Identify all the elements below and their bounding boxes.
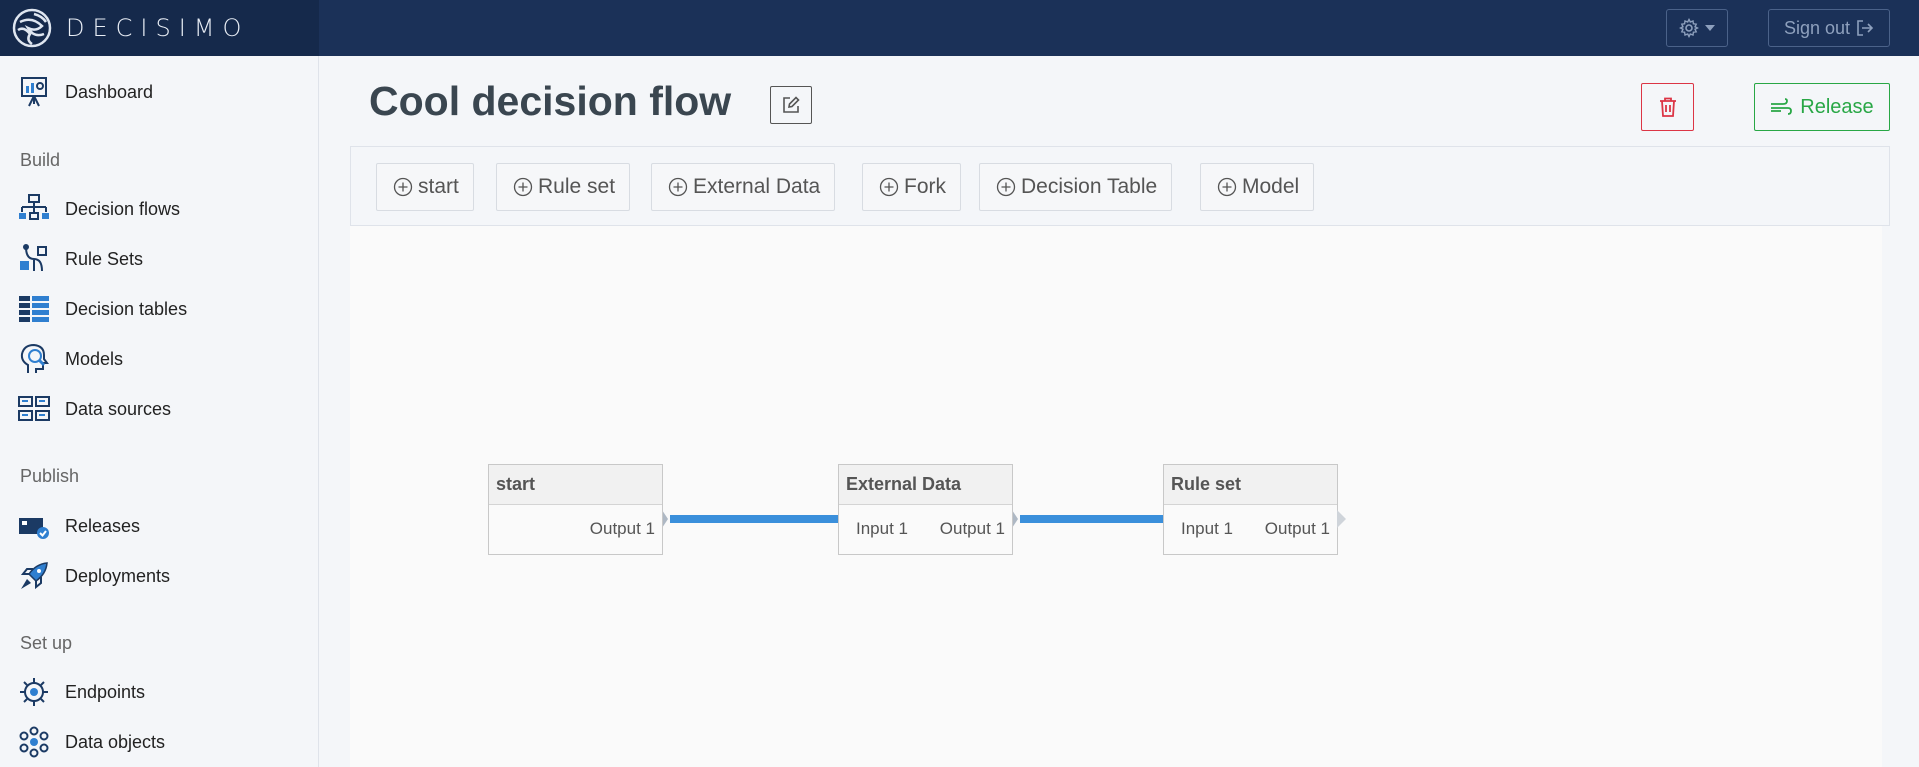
- flow-connector[interactable]: [662, 510, 852, 528]
- output-port-label: Output 1: [1264, 519, 1330, 538]
- sign-out-button[interactable]: Sign out: [1768, 9, 1890, 47]
- plus-circle-icon: [996, 177, 1016, 197]
- node-body: Input 1 Output 1: [839, 505, 1012, 555]
- tool-button-label: Fork: [904, 175, 946, 198]
- node-title: start: [489, 465, 662, 505]
- trash-icon: [1659, 97, 1676, 117]
- output-port-label: Output 1: [939, 519, 1005, 538]
- sidebar-item-label: Decision flows: [65, 198, 181, 219]
- sidebar-item-deployments[interactable]: Deployments: [18, 559, 170, 593]
- sidebar-item-decision-flows[interactable]: Decision flows: [18, 192, 180, 226]
- top-bar: DECISIMO Sign out: [0, 0, 1919, 56]
- flow-node-rule-set[interactable]: Rule set Input 1 Output 1: [1163, 464, 1338, 555]
- plus-circle-icon: [513, 177, 533, 197]
- flow-connector[interactable]: [1012, 510, 1180, 528]
- tool-button-label: Model: [1242, 175, 1300, 198]
- release-wind-icon: [1771, 98, 1793, 115]
- sidebar-item-endpoints[interactable]: Endpoints: [18, 675, 145, 709]
- sidebar-item-data-sources[interactable]: Data sources: [18, 392, 171, 426]
- flow-node-external-data[interactable]: External Data Input 1 Output 1: [838, 464, 1013, 555]
- sidebar-item-decision-tables[interactable]: Decision tables: [18, 292, 187, 326]
- tool-button-label: Decision Table: [1021, 175, 1158, 198]
- node-toolbar: start Rule set External Data Fork Decisi…: [350, 146, 1890, 226]
- release-button[interactable]: Release: [1754, 83, 1890, 131]
- output-port-label: Output 1: [589, 519, 655, 538]
- sidebar-item-label: Releases: [65, 515, 141, 536]
- input-port-label: Input 1: [856, 519, 908, 538]
- release-label: Release: [1800, 95, 1874, 118]
- input-port-label: Input 1: [1181, 519, 1233, 538]
- sidebar-item-label: Data objects: [65, 731, 166, 752]
- flow-canvas[interactable]: start Output 1 External Data Input 1 Out…: [350, 226, 1882, 767]
- sidebar-item-models[interactable]: Models: [18, 342, 123, 376]
- datasource-icon: [18, 393, 50, 425]
- sidebar-item-rule-sets[interactable]: Rule Sets: [18, 242, 143, 276]
- sidebar-item-dashboard[interactable]: Dashboard: [18, 75, 153, 109]
- settings-dropdown-button[interactable]: [1666, 9, 1728, 47]
- logo-icon: [12, 8, 52, 48]
- model-icon: [18, 343, 50, 375]
- edit-title-button[interactable]: [770, 86, 812, 124]
- flow-node-start[interactable]: start Output 1: [488, 464, 663, 555]
- section-title-set-up: Set up: [20, 633, 73, 653]
- dashboard-icon: [18, 76, 50, 108]
- add-rule-set-button[interactable]: Rule set: [496, 163, 631, 211]
- output-port-handle[interactable]: [1337, 510, 1349, 528]
- sidebar: Dashboard Build Decision flows Rule Sets…: [0, 56, 319, 767]
- data-objects-icon: [18, 726, 50, 758]
- page-title: Cool decision flow: [369, 78, 732, 124]
- sidebar-item-label: Deployments: [65, 565, 171, 586]
- sidebar-item-releases[interactable]: Releases: [18, 509, 140, 543]
- add-external-data-button[interactable]: External Data: [651, 163, 836, 211]
- sidebar-item-data-objects[interactable]: Data objects: [18, 725, 165, 759]
- node-title: External Data: [839, 465, 1012, 505]
- plus-circle-icon: [879, 177, 899, 197]
- section-title-publish: Publish: [20, 466, 80, 486]
- brand-name: DECISIMO: [66, 14, 250, 42]
- tool-button-label: External Data: [693, 175, 821, 198]
- sidebar-item-label: Dashboard: [65, 81, 154, 102]
- sign-out-label: Sign out: [1783, 17, 1851, 38]
- node-body: Output 1: [489, 505, 662, 555]
- add-decision-table-button[interactable]: Decision Table: [979, 163, 1173, 211]
- sidebar-item-label: Decision tables: [65, 298, 188, 319]
- sidebar-item-label: Rule Sets: [65, 248, 144, 269]
- plus-circle-icon: [668, 177, 688, 197]
- sidebar-item-label: Models: [65, 348, 124, 369]
- node-title: Rule set: [1164, 465, 1337, 505]
- delete-button[interactable]: [1641, 83, 1694, 131]
- node-body: Input 1 Output 1: [1164, 505, 1337, 555]
- ruleset-icon: [18, 243, 50, 275]
- chevron-down-icon: [1705, 25, 1715, 31]
- plus-circle-icon: [393, 177, 413, 197]
- tool-button-label: Rule set: [538, 175, 616, 198]
- flowchart-icon: [18, 193, 50, 225]
- add-fork-button[interactable]: Fork: [862, 163, 961, 211]
- section-title-build: Build: [20, 150, 61, 170]
- tool-button-label: start: [418, 175, 459, 198]
- add-start-button[interactable]: start: [376, 163, 474, 211]
- edit-icon: [783, 96, 800, 113]
- brand[interactable]: DECISIMO: [0, 0, 319, 56]
- rocket-icon: [18, 560, 50, 592]
- table-icon: [18, 293, 50, 325]
- sidebar-item-label: Endpoints: [65, 681, 146, 702]
- release-icon: [18, 510, 50, 542]
- sign-out-icon: [1857, 20, 1874, 36]
- sidebar-item-label: Data sources: [65, 398, 172, 419]
- gear-icon: [1679, 18, 1699, 38]
- plus-circle-icon: [1217, 177, 1237, 197]
- add-model-button[interactable]: Model: [1200, 163, 1315, 211]
- endpoint-icon: [18, 676, 50, 708]
